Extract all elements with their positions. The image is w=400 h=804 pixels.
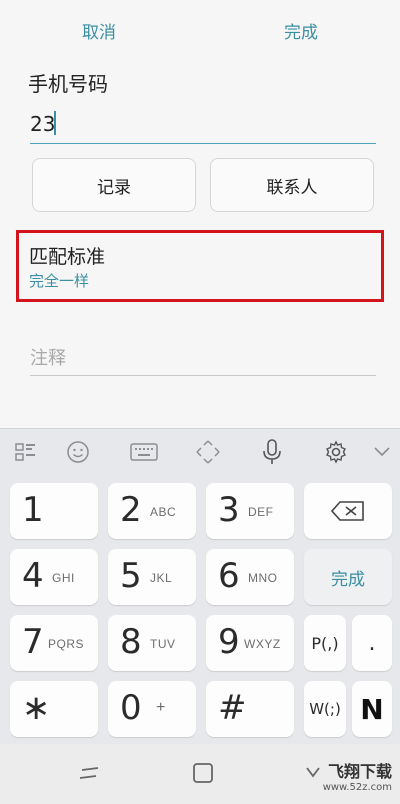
action-bar: 取消 完成	[0, 0, 400, 60]
key-digit: 7	[22, 622, 44, 662]
recent-apps-icon[interactable]	[78, 764, 100, 788]
key-digit: ∗	[22, 688, 51, 728]
key-digit: 3	[218, 490, 240, 530]
pause-key-label: P(,)	[311, 633, 339, 653]
home-icon[interactable]	[192, 762, 214, 788]
settings-gear-icon[interactable]	[322, 438, 350, 466]
match-criteria-option[interactable]: 匹配标准 完全一样	[16, 230, 384, 302]
backspace-key[interactable]	[304, 483, 392, 539]
note-input[interactable]: 注释	[30, 336, 376, 376]
key-digit: 6	[218, 556, 240, 596]
key-letters: MNO	[248, 571, 278, 585]
key-8[interactable]: 8 TUV	[108, 615, 196, 671]
microphone-icon[interactable]	[258, 438, 286, 466]
cursor-move-icon[interactable]	[194, 438, 222, 466]
key-digit: 5	[120, 556, 142, 596]
key-plus: +	[156, 699, 166, 716]
key-digit: 1	[22, 490, 44, 530]
cancel-button[interactable]: 取消	[82, 18, 116, 43]
key-digit: 4	[22, 556, 44, 596]
key-letters: TUV	[150, 637, 176, 651]
key-5[interactable]: 5 JKL	[108, 549, 196, 605]
key-letters: WXYZ	[244, 637, 281, 651]
match-criteria-title: 匹配标准	[29, 246, 106, 268]
phone-number-label: 手机号码	[28, 72, 108, 96]
emoji-icon[interactable]	[64, 438, 92, 466]
numeric-keypad: 1 2 ABC 3 DEF 4 GHI 5 JKL 6 MNO 完成 7 PQR…	[0, 474, 400, 744]
phone-number-input[interactable]: 23	[30, 104, 376, 144]
phone-number-value: 23	[30, 112, 56, 136]
keypad-done-key[interactable]: 完成	[304, 549, 392, 605]
system-navigation-bar: 飞翔下载 www.52z.com	[0, 744, 400, 804]
n-key-label: N	[360, 692, 384, 726]
record-button[interactable]: 记录	[32, 158, 196, 212]
key-3[interactable]: 3 DEF	[206, 483, 294, 539]
block-number-form: 手机号码 23 记录 联系人 匹配标准 完全一样 注释	[0, 60, 400, 425]
keyboard-toolbar	[0, 428, 400, 474]
key-2[interactable]: 2 ABC	[108, 483, 196, 539]
key-7[interactable]: 7 PQRS	[10, 615, 98, 671]
chevron-down-icon[interactable]	[368, 438, 396, 466]
key-digit: 8	[120, 622, 142, 662]
text-cursor	[54, 111, 56, 135]
key-digit: 9	[218, 622, 240, 662]
key-digit: 0	[120, 688, 142, 728]
watermark: 飞翔下载 www.52z.com	[323, 758, 392, 793]
dot-key-label: .	[368, 630, 376, 656]
key-6[interactable]: 6 MNO	[206, 549, 294, 605]
wait-key-label: W(;)	[309, 700, 341, 718]
key-4[interactable]: 4 GHI	[10, 549, 98, 605]
dot-key[interactable]: .	[352, 615, 392, 671]
key-letters: ABC	[150, 505, 177, 519]
wait-key[interactable]: W(;)	[304, 681, 346, 737]
key-digit: 2	[120, 490, 142, 530]
key-9[interactable]: 9 WXYZ	[206, 615, 294, 671]
keypad-done-label: 完成	[331, 569, 365, 590]
n-key[interactable]: N	[352, 681, 392, 737]
watermark-title: 飞翔下载	[327, 762, 392, 781]
back-icon[interactable]	[304, 764, 322, 786]
watermark-url: www.52z.com	[322, 782, 392, 793]
keyboard-icon[interactable]	[128, 438, 160, 466]
contacts-button[interactable]: 联系人	[210, 158, 374, 212]
note-placeholder: 注释	[30, 348, 66, 369]
pause-key[interactable]: P(,)	[304, 615, 346, 671]
match-criteria-value: 完全一样	[29, 272, 90, 290]
key-1[interactable]: 1	[10, 483, 98, 539]
key-hash[interactable]: #	[206, 681, 294, 737]
backspace-icon	[304, 483, 392, 539]
clipboard-icon[interactable]	[12, 438, 40, 466]
key-letters: DEF	[248, 505, 274, 519]
key-letters: PQRS	[48, 637, 85, 651]
key-letters: JKL	[150, 571, 173, 585]
key-0[interactable]: 0 +	[108, 681, 196, 737]
key-letters: GHI	[52, 571, 75, 585]
key-digit: #	[218, 688, 247, 728]
done-button[interactable]: 完成	[284, 18, 318, 43]
key-star[interactable]: ∗	[10, 681, 98, 737]
